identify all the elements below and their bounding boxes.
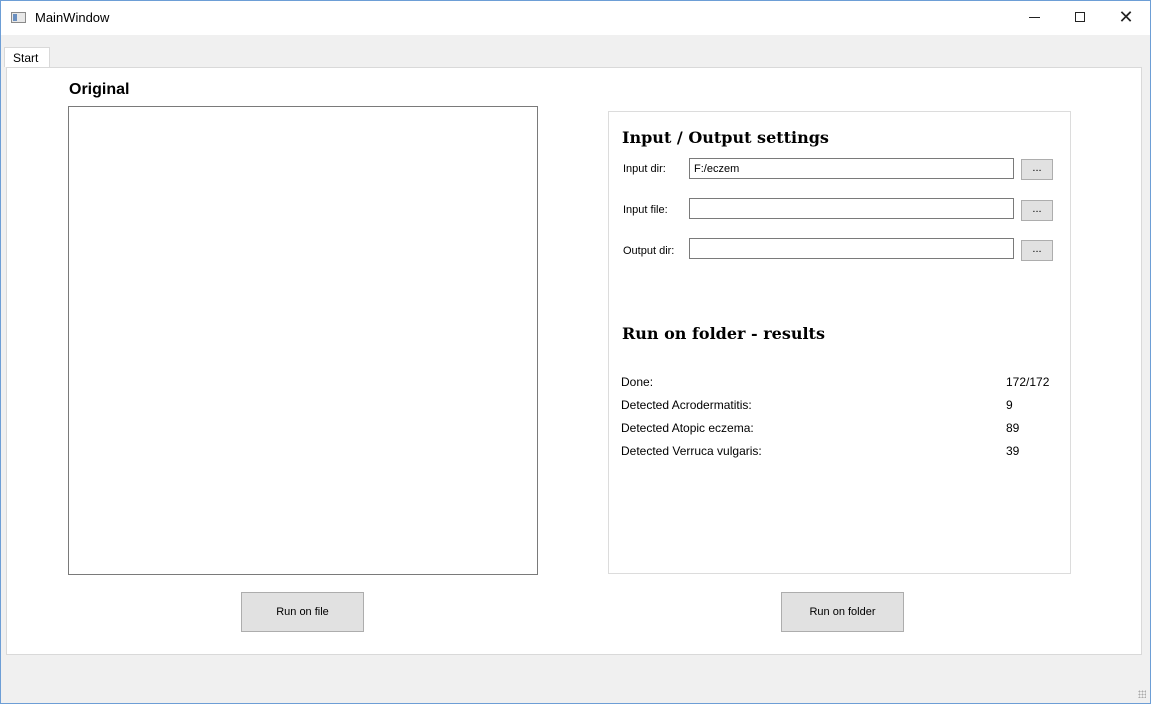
minimize-icon (1028, 16, 1040, 18)
io-settings-heading: Input / Output settings (622, 128, 829, 147)
close-icon: ✕ (1118, 6, 1134, 27)
results-heading: Run on folder - results (622, 324, 825, 343)
tab-start-label: Start (13, 51, 39, 65)
app-window-icon (11, 12, 26, 23)
result-atopic-eczema-label: Detected Atopic eczema: (621, 421, 754, 435)
minimize-button[interactable] (1011, 1, 1057, 33)
result-atopic-eczema-value: 89 (1006, 421, 1020, 435)
original-heading: Original (69, 81, 130, 98)
output-dir-label: Output dir: (623, 245, 675, 257)
result-done-label: Done: (621, 375, 654, 389)
output-dir-field[interactable] (689, 238, 1014, 259)
input-file-field[interactable] (689, 198, 1014, 219)
settings-panel: Input / Output settings Input dir: F:/ec… (608, 111, 1071, 574)
run-on-file-button[interactable]: Run on file (241, 592, 364, 632)
title-bar[interactable]: MainWindow ✕ (1, 1, 1150, 35)
original-image-view (68, 106, 538, 575)
input-file-browse-button[interactable]: ... (1021, 200, 1053, 221)
tab-start[interactable]: Start (4, 47, 50, 67)
result-verruca-value: 39 (1006, 444, 1020, 458)
maximize-icon (1075, 12, 1085, 22)
resize-grip[interactable] (1138, 690, 1146, 698)
run-on-folder-button[interactable]: Run on folder (781, 592, 904, 632)
maximize-button[interactable] (1057, 1, 1103, 33)
input-dir-browse-button[interactable]: ... (1021, 159, 1053, 180)
result-verruca-label: Detected Verruca vulgaris: (621, 444, 762, 458)
close-button[interactable]: ✕ (1103, 1, 1149, 33)
result-acrodermatitis-label: Detected Acrodermatitis: (621, 398, 752, 412)
window-title: MainWindow (35, 10, 110, 25)
input-dir-field[interactable]: F:/eczem (689, 158, 1014, 179)
result-done-value: 172/172 (1006, 375, 1050, 389)
output-dir-browse-button[interactable]: ... (1021, 240, 1053, 261)
input-dir-label: Input dir: (623, 163, 666, 175)
result-acrodermatitis-value: 9 (1006, 398, 1013, 412)
input-file-label: Input file: (623, 204, 668, 216)
